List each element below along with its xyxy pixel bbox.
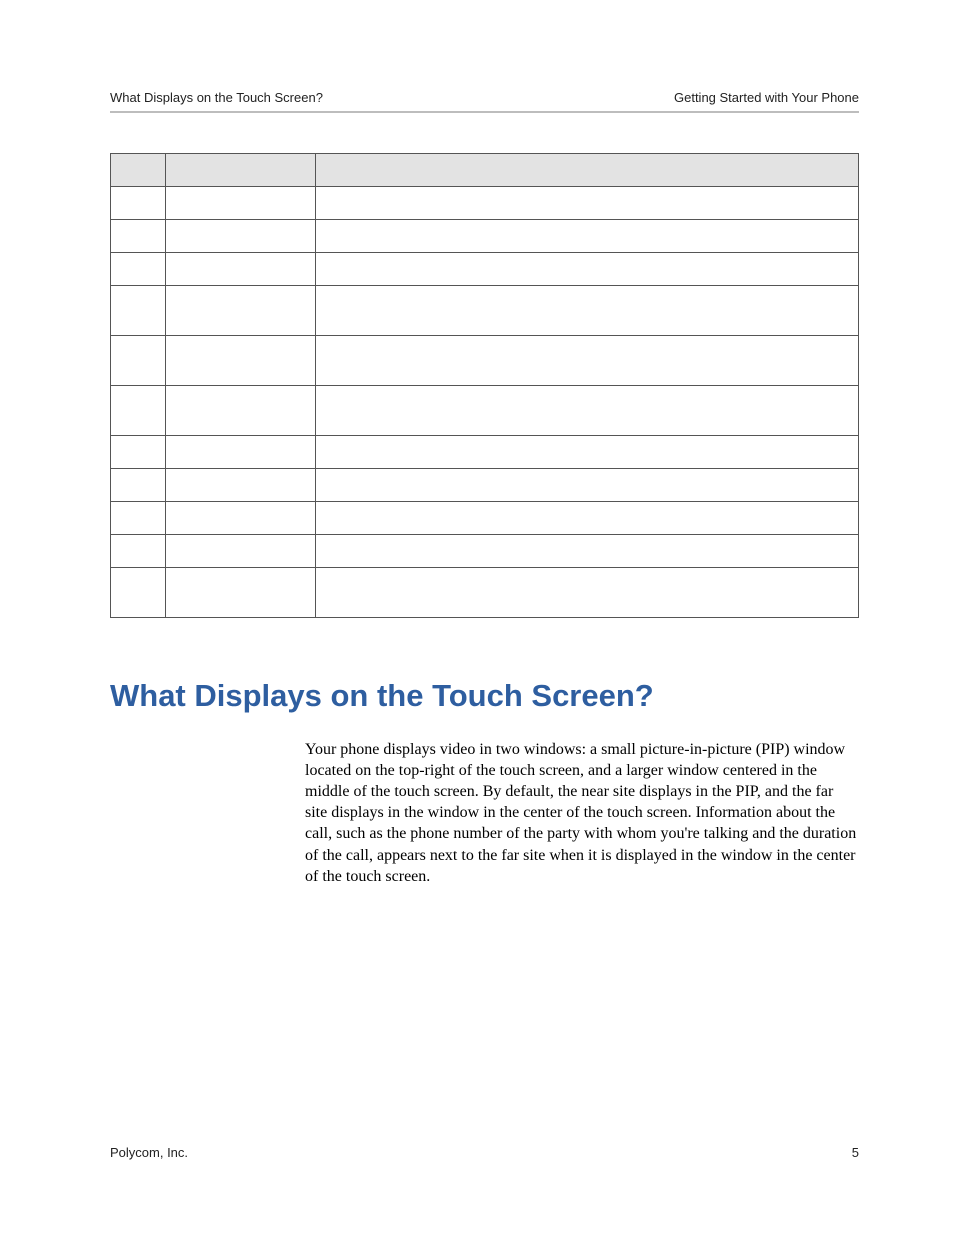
table-cell [316, 535, 859, 568]
table-cell [111, 336, 166, 386]
footer-company: Polycom, Inc. [110, 1145, 188, 1160]
table-row [111, 535, 859, 568]
header-right: Getting Started with Your Phone [674, 90, 859, 105]
table-cell [166, 220, 316, 253]
header-left: What Displays on the Touch Screen? [110, 90, 323, 105]
table-cell [111, 386, 166, 436]
table-cell [316, 253, 859, 286]
table-row [111, 386, 859, 436]
table-cell [111, 469, 166, 502]
table-cell [166, 502, 316, 535]
table-row [111, 568, 859, 618]
table-cell [316, 336, 859, 386]
document-table [110, 153, 859, 618]
header-rule [110, 111, 859, 113]
table-cell [316, 386, 859, 436]
table-header-cell [316, 154, 859, 187]
table-cell [111, 436, 166, 469]
section-heading: What Displays on the Touch Screen? [110, 678, 859, 714]
table-cell [111, 220, 166, 253]
footer-page-number: 5 [852, 1145, 859, 1160]
table-cell [111, 502, 166, 535]
table-row [111, 336, 859, 386]
table-cell [166, 286, 316, 336]
table-cell [316, 220, 859, 253]
table-cell [111, 253, 166, 286]
table-cell [111, 286, 166, 336]
table-cell [316, 436, 859, 469]
table-cell [316, 286, 859, 336]
page-footer: Polycom, Inc. 5 [110, 1145, 859, 1160]
table-cell [166, 187, 316, 220]
table-cell [316, 469, 859, 502]
table-area [110, 153, 859, 618]
table-cell [166, 336, 316, 386]
table-cell [111, 187, 166, 220]
table-cell [316, 568, 859, 618]
table-row [111, 220, 859, 253]
table-cell [111, 568, 166, 618]
section-body: Your phone displays video in two windows… [305, 739, 859, 887]
table-row [111, 469, 859, 502]
table-row [111, 253, 859, 286]
table-row [111, 436, 859, 469]
table-row [111, 187, 859, 220]
table-cell [166, 469, 316, 502]
table-cell [111, 535, 166, 568]
table-cell [316, 187, 859, 220]
table-header-row [111, 154, 859, 187]
table-cell [166, 568, 316, 618]
table-cell [166, 436, 316, 469]
table-cell [166, 535, 316, 568]
table-header-cell [111, 154, 166, 187]
table-cell [316, 502, 859, 535]
table-cell [166, 386, 316, 436]
table-row [111, 502, 859, 535]
table-row [111, 286, 859, 336]
table-header-cell [166, 154, 316, 187]
table-cell [166, 253, 316, 286]
page-header: What Displays on the Touch Screen? Getti… [110, 90, 859, 111]
